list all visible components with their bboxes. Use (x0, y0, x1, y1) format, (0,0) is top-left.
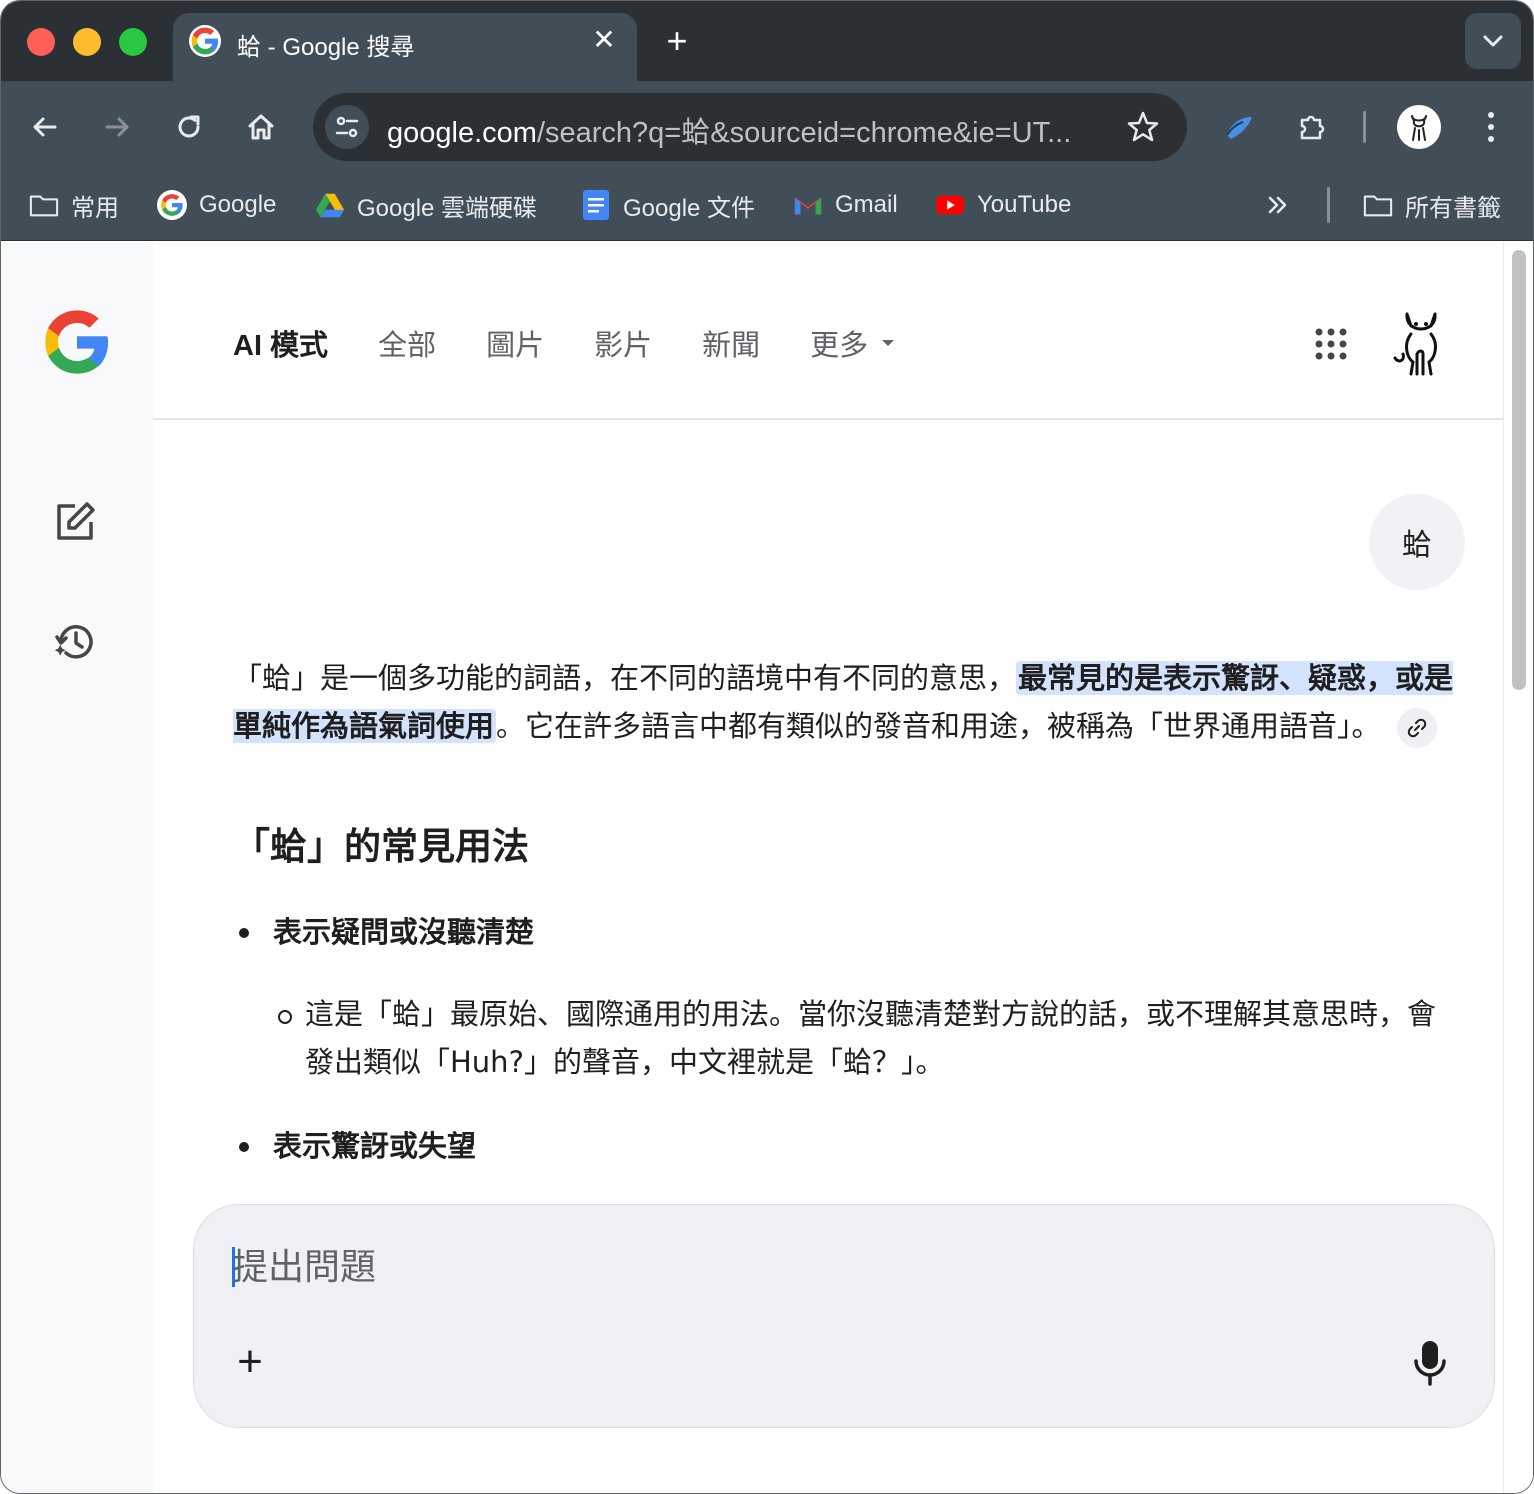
toolbar-divider (1363, 111, 1366, 143)
close-tab-icon[interactable]: ✕ (589, 25, 619, 55)
cat-avatar-icon (1397, 105, 1441, 149)
drive-icon (315, 190, 345, 220)
arrow-right-icon (105, 117, 129, 137)
google-logo-icon[interactable] (39, 304, 115, 380)
chevron-down-icon (1483, 35, 1503, 47)
sub-list-item: 這是「蛤」最原始、國際通用的用法。當你沒聽清楚對方說的話，或不理解其意思時，會發… (278, 990, 1455, 1086)
source-link-icon[interactable] (1396, 708, 1437, 748)
new-chat-button[interactable] (47, 494, 103, 550)
usage-list: 表示疑問或沒聽清楚 這是「蛤」最原始、國際通用的用法。當你沒聽清楚對方說的話，或… (233, 910, 1455, 1168)
history-button[interactable] (47, 614, 103, 670)
search-header: AI 模式 全部 圖片 影片 新聞 更多 (153, 242, 1505, 420)
extensions-puzzle-icon[interactable] (1289, 103, 1337, 151)
add-attachment-button[interactable]: + (230, 1340, 270, 1384)
history-icon (54, 625, 93, 659)
intro-text: 「蛤」是一個多功能的詞語，在不同的語境中有不同的意思， (233, 661, 1017, 695)
tab-more[interactable]: 更多 (810, 322, 896, 364)
user-query-bubble: 蛤 (1369, 494, 1465, 590)
intro-text-after: 。它在許多語言中都有類似的發音和用途，被稱為「世界通用語音」。 (496, 709, 1381, 743)
tab-more-label: 更多 (810, 330, 869, 362)
tab-search-button[interactable] (1465, 13, 1521, 69)
bookmark-star-icon[interactable] (1125, 109, 1161, 145)
bookmark-drive[interactable]: Google 雲端硬碟 (315, 185, 537, 225)
bookmark-label: YouTube (977, 191, 1072, 218)
maximize-window-button[interactable] (119, 28, 147, 56)
bookmark-youtube[interactable]: YouTube (935, 185, 1071, 225)
close-window-button[interactable] (27, 28, 55, 56)
all-bookmarks-button[interactable]: 所有書籤 (1363, 185, 1501, 225)
address-bar[interactable]: google.com/search?q=蛤&sourceid=chrome&ie… (313, 93, 1187, 161)
forward-button[interactable] (93, 103, 141, 151)
arrow-left-icon (33, 117, 57, 137)
all-bookmarks-label: 所有書籤 (1405, 194, 1501, 222)
site-settings-icon[interactable] (325, 105, 369, 149)
bookmark-google[interactable]: Google (157, 185, 276, 225)
scrollbar-thumb[interactable] (1512, 250, 1526, 690)
toolbar: google.com/search?q=蛤&sourceid=chrome&ie… (1, 81, 1533, 173)
gmail-icon (793, 190, 823, 220)
home-icon (248, 114, 274, 140)
docs-icon (581, 190, 611, 220)
list-item: 表示疑問或沒聽清楚 (233, 910, 1455, 954)
google-favicon-icon (189, 25, 221, 57)
profile-avatar[interactable] (1395, 103, 1443, 151)
search-nav: AI 模式 全部 圖片 影片 新聞 更多 (233, 322, 946, 364)
ask-input[interactable] (232, 1237, 1332, 1297)
active-tab[interactable]: 蛤 - Google 搜尋 ✕ (173, 13, 637, 81)
browser-window: 蛤 - Google 搜尋 ✕ + google.com/search?q=蛤&… (0, 0, 1534, 1494)
google-apps-icon[interactable] (1313, 326, 1349, 362)
bookmarks-divider (1327, 187, 1330, 223)
home-button[interactable] (237, 103, 285, 151)
extension-icon[interactable] (1215, 103, 1263, 151)
tab-images[interactable]: 圖片 (486, 322, 544, 364)
scrollbar[interactable] (1503, 242, 1533, 1493)
tab-ai-mode[interactable]: AI 模式 (233, 322, 328, 364)
folder-icon (29, 190, 59, 220)
reload-button[interactable] (165, 103, 213, 151)
tab-news[interactable]: 新聞 (702, 322, 760, 364)
bookmark-label: 常用 (71, 194, 119, 222)
bookmark-label: Google 雲端硬碟 (357, 194, 538, 222)
answer-heading: 「蛤」的常見用法 (233, 825, 529, 868)
left-rail (1, 242, 153, 1493)
tab-title: 蛤 - Google 搜尋 (237, 34, 415, 61)
bookmark-docs[interactable]: Google 文件 (581, 185, 755, 225)
kebab-menu-icon (1488, 112, 1494, 142)
url-host: google.com (387, 117, 537, 149)
page-content: AI 模式 全部 圖片 影片 新聞 更多 蛤 「蛤」是一個多功能的詞語，在不同的… (1, 242, 1533, 1493)
url-path: /search?q=蛤&sourceid=chrome&ie=UT... (536, 117, 1072, 149)
google-icon (157, 190, 187, 220)
new-tab-button[interactable]: + (657, 23, 697, 63)
youtube-icon (935, 190, 965, 220)
bookmark-folder-common[interactable]: 常用 (29, 185, 119, 225)
bookmarks-bar: 常用 Google Google 雲端硬碟 Google 文件 Gmail Yo… (1, 173, 1533, 241)
tab-strip: 蛤 - Google 搜尋 ✕ + (1, 1, 1533, 81)
list-item: 表示驚訝或失望 (233, 1124, 1455, 1168)
reload-icon (178, 115, 200, 138)
tab-all[interactable]: 全部 (378, 322, 436, 364)
ai-answer: 「蛤」是一個多功能的詞語，在不同的語境中有不同的意思，最常見的是表示驚訝、疑惑，… (233, 654, 1455, 1168)
bookmark-gmail[interactable]: Gmail (793, 185, 898, 225)
answer-intro: 「蛤」是一個多功能的詞語，在不同的語境中有不同的意思，最常見的是表示驚訝、疑惑，… (233, 654, 1455, 750)
microphone-icon[interactable] (1410, 1339, 1450, 1387)
bookmark-label: Google 文件 (623, 194, 756, 222)
browser-menu-button[interactable] (1467, 103, 1515, 151)
dropdown-arrow-icon (882, 340, 895, 346)
account-avatar-icon[interactable] (1389, 308, 1453, 378)
bookmark-label: Gmail (835, 191, 898, 218)
chevron-double-right-icon (1268, 196, 1287, 214)
folder-icon (1363, 190, 1393, 220)
back-button[interactable] (21, 103, 69, 151)
ask-box: + (193, 1204, 1495, 1428)
tab-videos[interactable]: 影片 (594, 322, 652, 364)
bookmarks-overflow-button[interactable] (1263, 185, 1293, 225)
url-text: google.com/search?q=蛤&sourceid=chrome&ie… (387, 109, 1087, 151)
minimize-window-button[interactable] (73, 28, 101, 56)
edit-icon (57, 502, 95, 540)
bookmark-label: Google (199, 191, 277, 218)
